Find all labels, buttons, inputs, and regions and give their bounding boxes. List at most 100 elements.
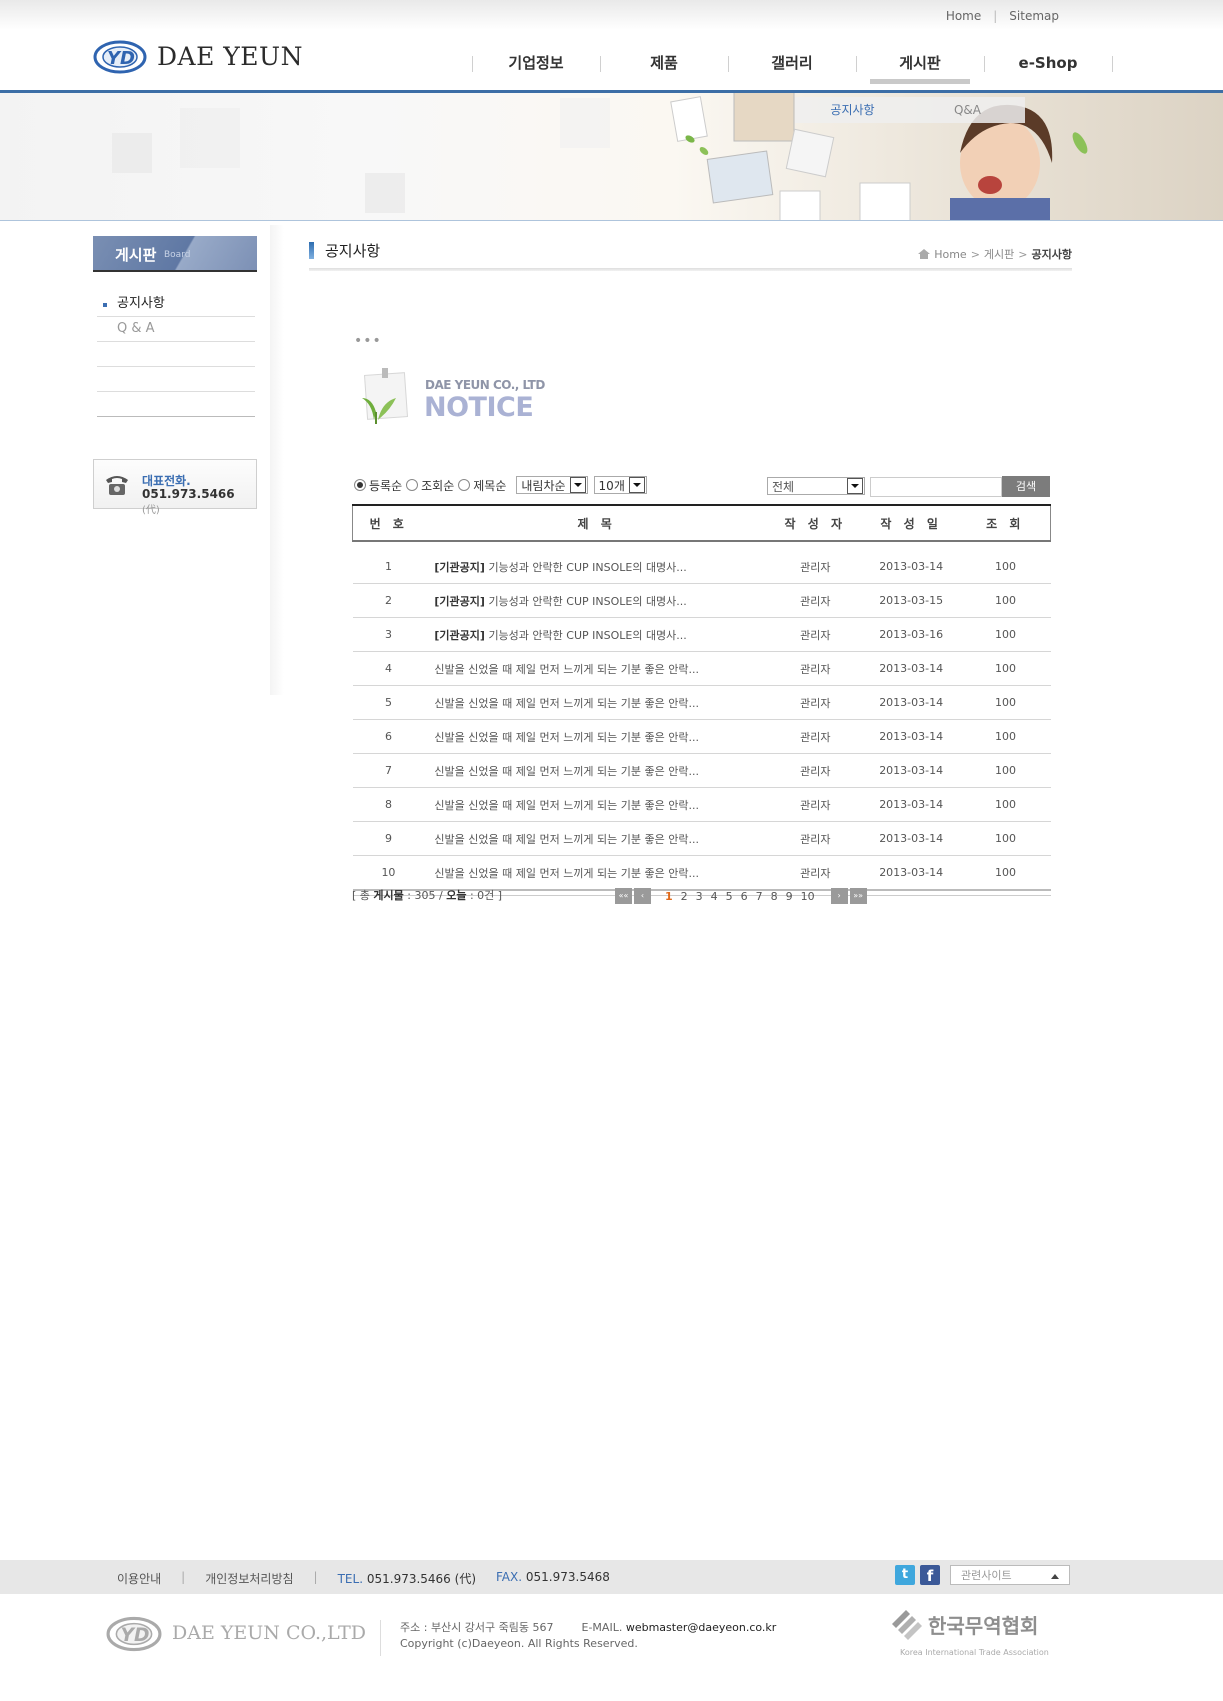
row-title-link[interactable]: 기능성과 안락한 CUP INSOLE의 대명사...: [488, 595, 686, 608]
email[interactable]: webmaster@daeyeon.co.kr: [626, 1621, 776, 1634]
lnb-item-qna[interactable]: Q & A: [97, 317, 255, 342]
page-number[interactable]: 2: [681, 890, 688, 903]
row-subject[interactable]: [기관공지] 기능성과 안락한 CUP INSOLE의 대명사...: [424, 550, 769, 584]
radio-views[interactable]: [406, 479, 419, 491]
table-row[interactable]: 3 [기관공지] 기능성과 안락한 CUP INSOLE의 대명사... 관리자 20…: [352, 617, 1051, 652]
nav-products[interactable]: 제품: [600, 48, 728, 82]
page-number[interactable]: 8: [771, 890, 778, 903]
kita-logo[interactable]: 한국무역협회 Korea International Trade Associa…: [888, 1606, 1049, 1657]
page-number[interactable]: 6: [741, 890, 748, 903]
table-row[interactable]: 5 신발을 신었을 때 제일 먼저 느끼게 되는 기분 좋은 안락... 관리자 20…: [352, 685, 1051, 720]
table-row[interactable]: 8 신발을 신었을 때 제일 먼저 느끼게 되는 기분 좋은 안락... 관리자 20…: [352, 787, 1051, 822]
row-title-link[interactable]: 신발을 신었을 때 제일 먼저 느끼게 되는 기분 좋은 안락...: [434, 765, 699, 778]
nav-eshop[interactable]: e-Shop: [984, 48, 1112, 82]
page-number[interactable]: 9: [786, 890, 793, 903]
table-row[interactable]: 7 신발을 신었을 때 제일 먼저 느끼게 되는 기분 좋은 안락... 관리자 20…: [352, 753, 1051, 788]
footer-link-guide[interactable]: 이용안내: [117, 1570, 161, 1587]
sort-title[interactable]: 제목순: [458, 477, 506, 494]
home-link[interactable]: Home: [946, 9, 981, 23]
call-suffix: (代): [142, 505, 160, 516]
first-page-button[interactable]: ««: [615, 888, 632, 904]
row-title-link[interactable]: 신발을 신었을 때 제일 먼저 느끼게 되는 기분 좋은 안락...: [434, 731, 699, 744]
row-author: 관리자: [768, 583, 862, 618]
row-title-link[interactable]: 기능성과 안락한 CUP INSOLE의 대명사...: [488, 561, 686, 574]
col-views: 조 회: [960, 504, 1051, 542]
nav-company[interactable]: 기업정보: [472, 48, 600, 82]
breadcrumb-board[interactable]: 게시판: [984, 248, 1014, 261]
nav-gallery[interactable]: 갤러리: [728, 48, 856, 82]
lnb-item-notice[interactable]: 공지사항: [97, 292, 255, 317]
search-field-select[interactable]: 전체: [767, 477, 865, 495]
sub-nav: 공지사항 Q&A: [795, 97, 1025, 123]
table-row[interactable]: 1 [기관공지] 기능성과 안락한 CUP INSOLE의 대명사... 관리자 20…: [352, 550, 1051, 584]
search-input[interactable]: [870, 477, 1002, 497]
row-subject[interactable]: 신발을 신었을 때 제일 먼저 느끼게 되는 기분 좋은 안락...: [424, 753, 769, 788]
chevron-up-icon: [1051, 1574, 1059, 1579]
row-subject[interactable]: 신발을 신었을 때 제일 먼저 느끼게 되는 기분 좋은 안락...: [424, 685, 769, 720]
row-number: 3: [352, 617, 425, 652]
table-row[interactable]: 2 [기관공지] 기능성과 안락한 CUP INSOLE의 대명사... 관리자 20…: [352, 583, 1051, 618]
sort-views[interactable]: 조회순: [406, 477, 454, 494]
order-select[interactable]: 내림차순: [516, 476, 588, 494]
row-title-link[interactable]: 신발을 신었을 때 제일 먼저 느끼게 되는 기분 좋은 안락...: [434, 697, 699, 710]
table-row[interactable]: 10 신발을 신었을 때 제일 먼저 느끼게 되는 기분 좋은 안락... 관리자 2…: [352, 855, 1051, 891]
col-author: 작 성 자: [768, 504, 862, 542]
search-field-value: 전체: [772, 479, 795, 494]
row-number: 2: [352, 583, 425, 618]
row-author: 관리자: [768, 821, 862, 856]
radio-title[interactable]: [458, 479, 471, 491]
row-date: 2013-03-14: [861, 685, 961, 720]
row-subject[interactable]: 신발을 신었을 때 제일 먼저 느끼게 되는 기분 좋은 안락...: [424, 651, 769, 686]
col-date: 작 성 일: [861, 504, 961, 542]
row-title-link[interactable]: 신발을 신었을 때 제일 먼저 느끼게 되는 기분 좋은 안락...: [434, 867, 699, 880]
notice-table: 번 호 제 목 작 성 자 작 성 일 조 회 1 [기관공지] 기능성과 안락한…: [352, 504, 1051, 896]
count-label: 게시물: [373, 889, 404, 902]
facebook-icon[interactable]: f: [920, 1565, 940, 1585]
row-date: 2013-03-14: [861, 651, 961, 686]
page-number[interactable]: 4: [711, 890, 718, 903]
table-row[interactable]: 9 신발을 신었을 때 제일 먼저 느끼게 되는 기분 좋은 안락... 관리자 20…: [352, 821, 1051, 856]
chevron-down-icon: [628, 477, 645, 493]
sitemap-link[interactable]: Sitemap: [1009, 9, 1059, 23]
table-row[interactable]: 6 신발을 신었을 때 제일 먼저 느끼게 되는 기분 좋은 안락... 관리자 20…: [352, 719, 1051, 754]
row-subject[interactable]: 신발을 신었을 때 제일 먼저 느끼게 되는 기분 좋은 안락...: [424, 821, 769, 856]
row-subject[interactable]: 신발을 신었을 때 제일 먼저 느끼게 되는 기분 좋은 안락...: [424, 855, 769, 891]
page-number[interactable]: 7: [756, 890, 763, 903]
table-row[interactable]: 4 신발을 신었을 때 제일 먼저 느끼게 되는 기분 좋은 안락... 관리자 20…: [352, 651, 1051, 686]
row-subject[interactable]: [기관공지] 기능성과 안락한 CUP INSOLE의 대명사...: [424, 583, 769, 618]
next-page-button[interactable]: ›: [830, 888, 848, 904]
page-number[interactable]: 10: [801, 890, 815, 903]
family-site-select[interactable]: 관련사이트: [950, 1565, 1070, 1585]
row-title-link[interactable]: 신발을 신었을 때 제일 먼저 느끼게 되는 기분 좋은 안락...: [434, 799, 699, 812]
count-select-value: 10개: [598, 478, 625, 493]
row-subject[interactable]: [기관공지] 기능성과 안락한 CUP INSOLE의 대명사...: [424, 617, 769, 652]
row-number: 6: [352, 719, 425, 754]
subnav-qna[interactable]: Q&A: [910, 97, 1025, 123]
page-number[interactable]: 5: [726, 890, 733, 903]
sort-registered[interactable]: 등록순: [354, 477, 402, 494]
row-title-link[interactable]: 기능성과 안락한 CUP INSOLE의 대명사...: [488, 629, 686, 642]
row-title-link[interactable]: 신발을 신었을 때 제일 먼저 느끼게 되는 기분 좋은 안락...: [434, 833, 699, 846]
table-spacer: [353, 541, 1051, 550]
nav-board[interactable]: 게시판: [856, 48, 984, 84]
page-number[interactable]: 1: [665, 890, 673, 903]
twitter-icon[interactable]: t: [895, 1565, 915, 1585]
address-line: 주소 : 부산시 강서구 죽림동 567 E-MAIL. webmaster@da…: [400, 1620, 776, 1636]
notice-tag: [기관공지]: [434, 560, 485, 574]
lnb-title-text: 게시판: [115, 246, 157, 264]
row-title-link[interactable]: 신발을 신었을 때 제일 먼저 느끼게 되는 기분 좋은 안락...: [434, 663, 699, 676]
subnav-notice[interactable]: 공지사항: [795, 97, 910, 123]
row-subject[interactable]: 신발을 신었을 때 제일 먼저 느끼게 되는 기분 좋은 안락...: [424, 787, 769, 822]
footer-tel: TEL. 051.973.5466 (代): [338, 1570, 476, 1587]
page-number[interactable]: 3: [696, 890, 703, 903]
radio-registered[interactable]: [354, 479, 366, 491]
count-select[interactable]: 10개: [593, 476, 647, 494]
row-subject[interactable]: 신발을 신었을 때 제일 먼저 느끼게 되는 기분 좋은 안락...: [424, 719, 769, 754]
breadcrumb-home[interactable]: Home: [934, 248, 966, 261]
search-button[interactable]: 검색: [1002, 476, 1050, 497]
footer-link-privacy[interactable]: 개인정보처리방침: [205, 1570, 293, 1587]
row-author: 관리자: [768, 855, 862, 891]
prev-page-button[interactable]: ‹: [634, 888, 651, 904]
last-page-button[interactable]: »»: [849, 888, 867, 904]
site-logo[interactable]: YD DAE YEUN: [93, 40, 303, 76]
